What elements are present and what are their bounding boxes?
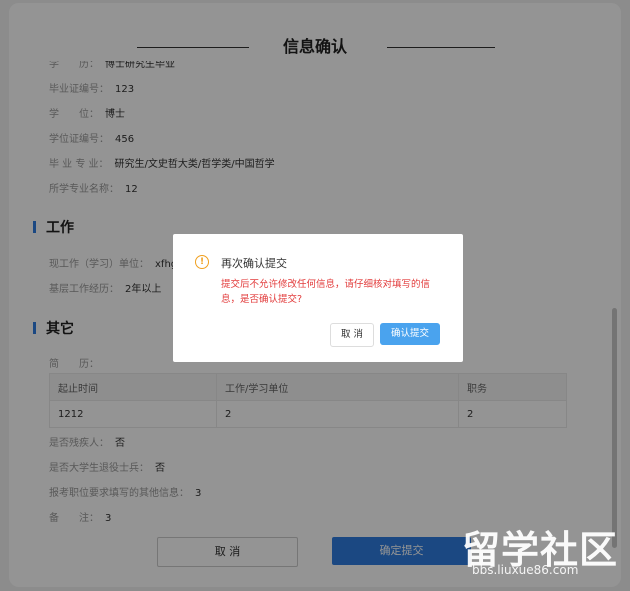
reconfirm-modal: ! 再次确认提交 提交后不允许修改任何信息，请仔细核对填写的信息，是否确认提交?…	[173, 234, 463, 362]
modal-cancel-button[interactable]: 取 消	[330, 323, 374, 347]
warning-icon: !	[195, 255, 209, 269]
modal-message: 提交后不允许修改任何信息，请仔细核对填写的信息，是否确认提交?	[221, 279, 431, 305]
modal-title: 再次确认提交	[221, 257, 287, 270]
watermark: 留学社区 bbs.liuxue86.com	[462, 519, 626, 583]
watermark-url: bbs.liuxue86.com	[472, 563, 579, 577]
modal-confirm-button[interactable]: 确认提交	[380, 323, 440, 345]
